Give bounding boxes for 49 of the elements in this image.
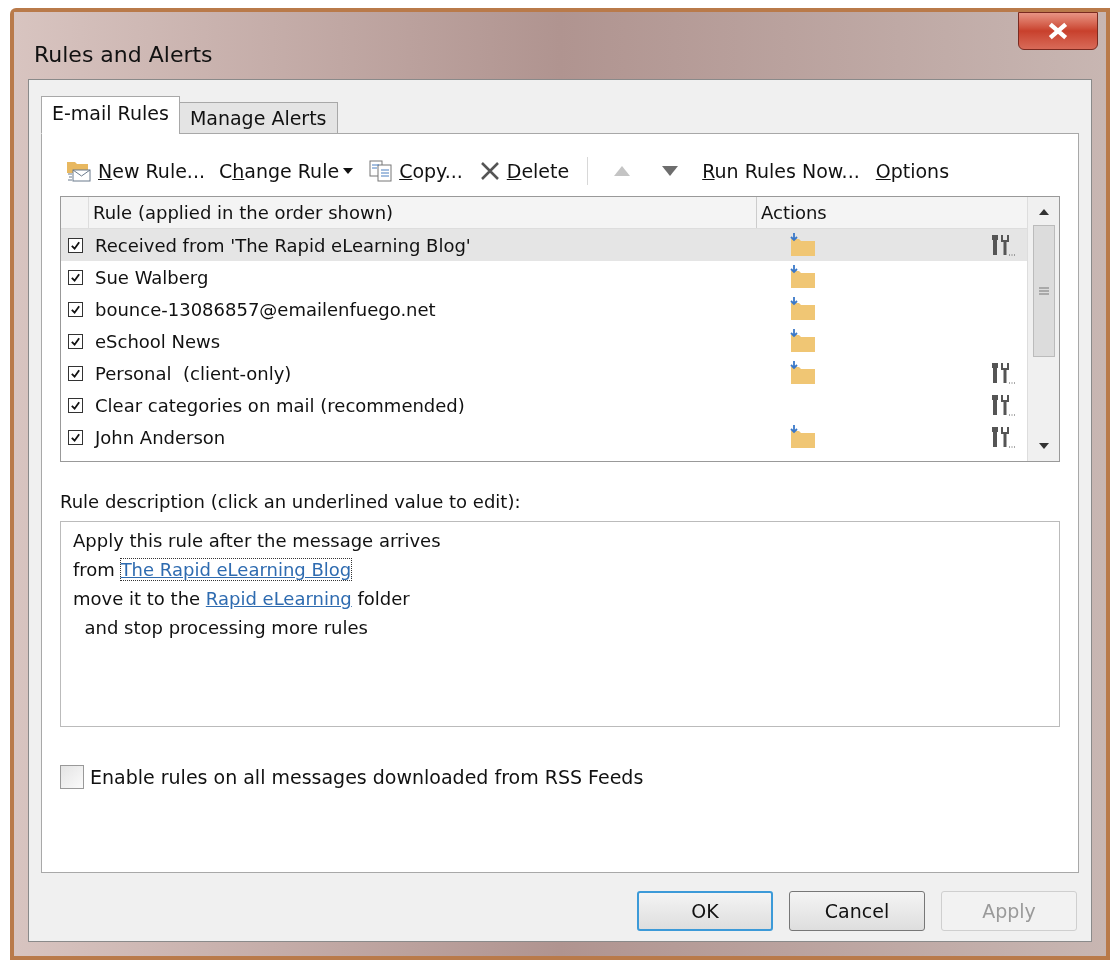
close-button[interactable] — [1018, 12, 1098, 50]
change-rule-button[interactable]: Change Rule — [214, 156, 358, 186]
rule-name: Sue Walberg — [94, 265, 210, 290]
folder-envelope-icon — [66, 159, 92, 183]
down-triangle-icon — [662, 166, 679, 176]
options-button[interactable]: Options — [871, 156, 954, 186]
new-rule-button[interactable]: New Rule... — [64, 156, 207, 186]
rule-name: Received from 'The Rapid eLearning Blog' — [94, 233, 472, 258]
checkbox[interactable] — [67, 237, 83, 253]
close-icon — [1047, 22, 1069, 40]
checkbox[interactable] — [67, 429, 83, 445]
description-line: Apply this rule after the message arrives — [73, 529, 442, 553]
column-header[interactable]: Rule (applied in the order shown) — [89, 197, 757, 228]
rule-name: Personal (client-only) — [94, 361, 293, 386]
description-line: from The Rapid eLearning Blog — [73, 558, 353, 582]
rss-checkbox[interactable] — [60, 765, 84, 790]
copy-icon — [369, 160, 394, 182]
tab[interactable]: Manage Alerts — [178, 102, 338, 134]
window-title: Rules and Alerts — [34, 41, 213, 69]
column-header[interactable]: Actions — [757, 197, 1027, 228]
run-rules-now-button[interactable]: Run Rules Now... — [698, 156, 864, 186]
delete-button[interactable]: Delete — [474, 156, 574, 186]
checkbox[interactable] — [67, 269, 83, 285]
tab[interactable]: E-mail Rules — [41, 96, 180, 134]
description-link[interactable]: The Rapid eLearning Blog — [120, 559, 352, 580]
rss-option-label: Enable rules on all messages downloaded from RSS Feeds — [90, 765, 644, 790]
dialog-button[interactable]: Cancel — [789, 891, 925, 931]
dialog-button[interactable]: OK — [637, 891, 773, 931]
grip-icon — [1038, 287, 1049, 295]
caret-icon — [343, 168, 354, 174]
checkbox[interactable] — [67, 365, 83, 381]
checkbox[interactable] — [67, 301, 83, 317]
rule-name: John Anderson — [93, 425, 227, 450]
description-line: and stop processing more rules — [83, 616, 369, 640]
description-link[interactable]: Rapid eLearning — [205, 588, 352, 609]
scroll-down-icon — [1038, 443, 1049, 449]
scrollbar[interactable] — [1027, 197, 1059, 461]
rule-name: eSchool News — [94, 329, 222, 354]
copy-button[interactable]: Copy... — [365, 156, 467, 186]
rule-name: Clear categories on mail (recommended) — [94, 393, 466, 418]
delete-icon — [478, 160, 501, 182]
rule-name: bounce-13086857@emailenfuego.net — [94, 297, 437, 322]
rule-row[interactable]: Received from 'The Rapid eLearning Blog' — [61, 229, 1027, 261]
checkbox[interactable] — [67, 397, 83, 413]
checkbox[interactable] — [67, 333, 83, 349]
description-line: move it to the Rapid eLearning folder — [73, 587, 411, 611]
scroll-up-icon — [1038, 209, 1049, 215]
description-label: Rule description (click an underlined value to edit): — [60, 490, 522, 514]
up-triangle-icon — [614, 166, 631, 176]
